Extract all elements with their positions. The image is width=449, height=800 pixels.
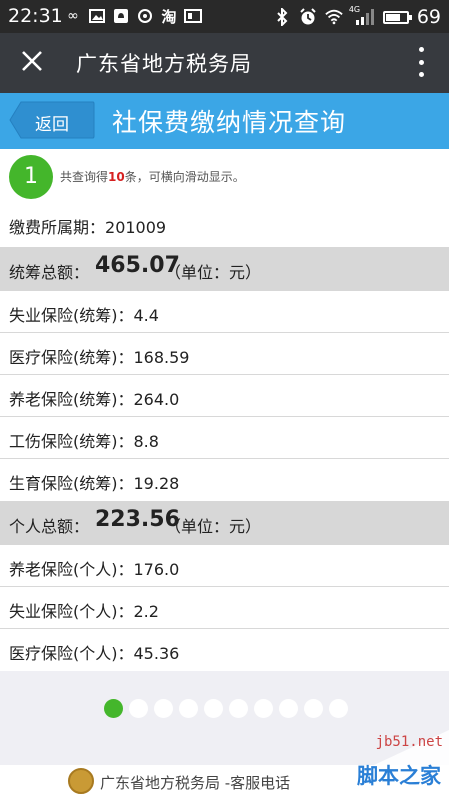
item-label: 养老保险(个人)： <box>9 560 134 579</box>
item-value: 8.8 <box>133 432 159 451</box>
item-value: 176.0 <box>133 560 180 579</box>
summary-row: 1 共查询得10条，可横向滑动显示。 <box>0 149 449 203</box>
item-value: 4.4 <box>133 306 159 325</box>
taobao-icon: 淘 <box>161 7 177 26</box>
battery-level: 69 <box>416 6 441 28</box>
wifi-icon <box>325 8 343 26</box>
bluetooth-icon <box>273 8 291 26</box>
footer-text: 广东省地方税务局 -客服电话 <box>100 774 291 792</box>
list-item: 养老保险(统筹)：264.0 <box>0 375 449 417</box>
pager-dots <box>104 699 348 718</box>
period-label: 缴费所属期： <box>9 218 106 237</box>
notice-prefix: 共查询得 <box>60 170 109 184</box>
item-label: 失业保险(个人)： <box>9 602 134 621</box>
signal-icon: 4G <box>348 5 375 26</box>
pager-dot[interactable] <box>254 699 273 718</box>
close-icon[interactable] <box>18 47 46 75</box>
pooled-total-unit: （单位：元） <box>165 263 262 282</box>
period-value: 201009 <box>105 218 167 237</box>
list-item: 失业保险(个人)：2.2 <box>0 587 449 629</box>
pager-dot[interactable] <box>129 699 148 718</box>
network-label: 4G <box>348 5 361 14</box>
personal-total-label: 个人总额： <box>9 517 90 536</box>
pager-dot[interactable] <box>154 699 173 718</box>
status-time: 22:31 <box>8 5 63 27</box>
back-button-label: 返回 <box>35 115 69 135</box>
record-badge: 1 <box>9 155 53 199</box>
item-value: 2.2 <box>133 602 159 621</box>
period-text: 缴费所属期：201009 <box>9 214 166 238</box>
battery-icon <box>382 10 412 24</box>
pager-dot[interactable] <box>179 699 198 718</box>
result-count: 10 <box>108 170 125 184</box>
result-notice: 共查询得10条，可横向滑动显示。 <box>60 168 245 185</box>
alarm-icon <box>299 8 317 26</box>
item-label: 养老保险(统筹)： <box>9 390 134 409</box>
item-label: 失业保险(统筹)： <box>9 306 134 325</box>
list-item: 生育保险(统筹)：19.28 <box>0 459 449 501</box>
list-item: 养老保险(个人)：176.0 <box>0 545 449 587</box>
pager-dot[interactable] <box>279 699 298 718</box>
title-bar: 广东省地方税务局 <box>0 33 449 93</box>
item-value: 168.59 <box>133 348 190 367</box>
notification-icons: ∞ 淘 <box>64 7 202 26</box>
pager-dot[interactable] <box>229 699 248 718</box>
page-title: 社保费缴纳情况查询 <box>112 108 347 137</box>
more-vertical-icon[interactable] <box>417 47 425 77</box>
list-item: 工伤保险(统筹)：8.8 <box>0 417 449 459</box>
list-item: 失业保险(统筹)：4.4 <box>0 291 449 333</box>
back-button[interactable]: 返回 <box>9 101 95 139</box>
infinity-icon: ∞ <box>67 8 79 24</box>
item-value: 264.0 <box>133 390 180 409</box>
personal-total-row: 个人总额： 223.56 （单位：元） <box>0 501 449 545</box>
pager-dot[interactable] <box>204 699 223 718</box>
watermark: jb51.net 脚本之家 <box>299 730 449 800</box>
item-label: 医疗保险(个人)： <box>9 644 134 663</box>
system-icons: 4G 69 <box>273 5 441 28</box>
item-label: 生育保险(统筹)： <box>9 474 134 493</box>
result-card: 1 共查询得10条，可横向滑动显示。 缴费所属期：201009 统筹总额： 46… <box>0 149 449 671</box>
pager-dot[interactable] <box>329 699 348 718</box>
notification-icon <box>112 7 130 25</box>
pooled-total-row: 统筹总额： 465.07 （单位：元） <box>0 247 449 291</box>
pooled-total-label: 统筹总额： <box>9 263 90 282</box>
notice-suffix: 条，可横向滑动显示。 <box>124 170 245 184</box>
item-label: 医疗保险(统筹)： <box>9 348 134 367</box>
status-bar: 22:31 ∞ 淘 4G 69 <box>0 0 449 33</box>
watermark-name: 脚本之家 <box>357 764 441 788</box>
refresh-icon <box>136 7 154 25</box>
personal-total-unit: （单位：元） <box>165 517 262 536</box>
item-value: 19.28 <box>133 474 180 493</box>
tax-bureau-logo <box>68 768 94 794</box>
period-row: 缴费所属期：201009 <box>0 203 449 247</box>
storage-icon <box>184 7 202 25</box>
pager-dot[interactable] <box>104 699 123 718</box>
window-title: 广东省地方税务局 <box>76 52 252 76</box>
list-item: 医疗保险(个人)：45.36 <box>0 629 449 671</box>
image-icon <box>88 7 106 25</box>
watermark-site: jb51.net <box>375 734 443 750</box>
item-value: 45.36 <box>133 644 180 663</box>
list-item: 医疗保险(统筹)：168.59 <box>0 333 449 375</box>
pager-dot[interactable] <box>304 699 323 718</box>
item-label: 工伤保险(统筹)： <box>9 432 134 451</box>
page-header: 返回 社保费缴纳情况查询 <box>0 93 449 149</box>
